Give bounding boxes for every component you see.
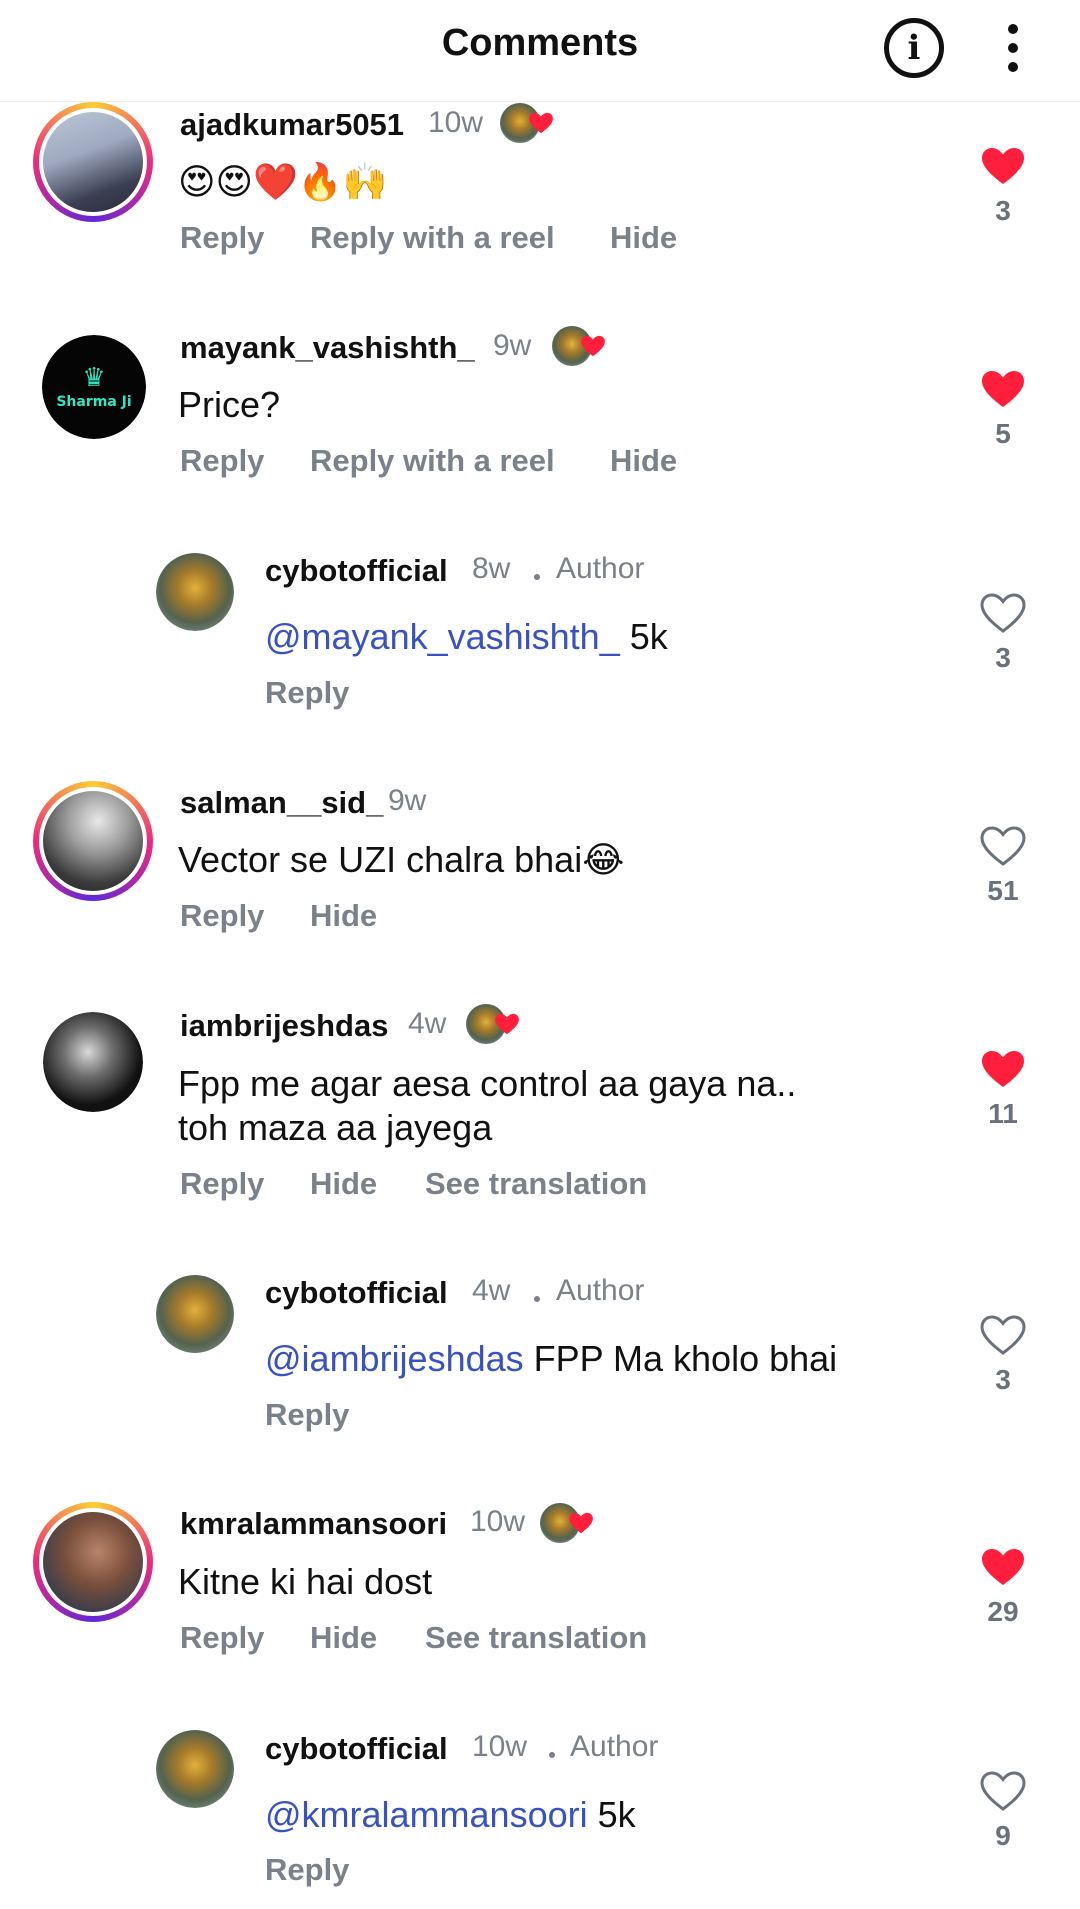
reply-button[interactable]: Reply bbox=[265, 675, 349, 711]
comment-text: @kmralammansoori 5k bbox=[265, 1793, 636, 1837]
comment-text: Price? bbox=[178, 384, 281, 425]
heart-filled-icon bbox=[982, 371, 1024, 407]
avatar[interactable] bbox=[33, 1502, 153, 1622]
see-translation-button[interactable]: See translation bbox=[425, 1620, 647, 1656]
comment-text-rest: 5k bbox=[619, 616, 668, 657]
like-button[interactable]: 11 bbox=[975, 1048, 1031, 1130]
comment-time: 9w bbox=[493, 329, 532, 362]
comment-username[interactable]: salman__sid_ bbox=[180, 785, 383, 821]
separator-dot bbox=[534, 574, 540, 580]
like-button[interactable]: 29 bbox=[975, 1546, 1031, 1628]
comment-text-line-2: toh maza aa jayega bbox=[178, 1107, 493, 1148]
author-badge: Author bbox=[556, 552, 645, 585]
hide-button[interactable]: Hide bbox=[310, 1166, 377, 1202]
hide-button[interactable]: Hide bbox=[610, 443, 677, 479]
comment-username[interactable]: cybotofficial bbox=[265, 1731, 448, 1767]
comment-time: 10w bbox=[472, 1730, 528, 1763]
avatar[interactable] bbox=[156, 1275, 234, 1353]
avatar[interactable]: ♛ Sharma Ji bbox=[42, 335, 146, 439]
heart-outline-icon bbox=[980, 826, 1026, 866]
heart-filled-icon bbox=[982, 148, 1024, 184]
avatar[interactable] bbox=[33, 102, 153, 222]
like-button[interactable]: 5 bbox=[975, 368, 1031, 450]
comment-username[interactable]: ajadkumar5051 bbox=[180, 107, 404, 143]
mention-link[interactable]: @iambrijeshdas bbox=[265, 1338, 524, 1379]
like-count: 11 bbox=[988, 1098, 1018, 1129]
comment-time: 10w bbox=[428, 106, 484, 139]
comment-text-line-1: Fpp me agar aesa control aa gaya na.. bbox=[178, 1063, 797, 1104]
header-bar: Comments i bbox=[0, 0, 1080, 102]
comment-time: 9w bbox=[388, 784, 427, 817]
heart-outline-icon bbox=[980, 1315, 1026, 1355]
comment-text: Kitne ki hai dost bbox=[178, 1561, 433, 1602]
avatar[interactable] bbox=[156, 1730, 234, 1808]
comment-username[interactable]: mayank_vashishth_ bbox=[180, 330, 475, 366]
mention-link[interactable]: @mayank_vashishth_ bbox=[265, 616, 620, 657]
like-count: 3 bbox=[995, 195, 1011, 226]
mention-link[interactable]: @kmralammansoori bbox=[265, 1794, 588, 1835]
comment-username[interactable]: iambrijeshdas bbox=[180, 1008, 388, 1044]
comment-text: 😍😍❤️🔥🙌 bbox=[178, 161, 388, 202]
like-count: 29 bbox=[987, 1596, 1019, 1627]
reply-button[interactable]: Reply bbox=[180, 220, 264, 256]
hide-button[interactable]: Hide bbox=[610, 220, 677, 256]
like-count: 5 bbox=[995, 418, 1011, 449]
hide-button[interactable]: Hide bbox=[310, 898, 377, 934]
creator-liked-icon bbox=[466, 1004, 519, 1044]
comment-text: @iambrijeshdas FPP Ma kholo bhai bbox=[265, 1337, 837, 1381]
hide-button[interactable]: Hide bbox=[310, 1620, 377, 1656]
like-button[interactable]: 3 bbox=[975, 1314, 1031, 1396]
like-count: 3 bbox=[995, 642, 1011, 673]
reply-with-reel-button[interactable]: Reply with a reel bbox=[310, 443, 555, 479]
comment-text-rest: 5k bbox=[587, 1794, 636, 1835]
like-button[interactable]: 3 bbox=[975, 592, 1031, 674]
comment-time: 4w bbox=[472, 1274, 511, 1307]
crown-icon: ♛ bbox=[82, 362, 106, 392]
author-badge: Author bbox=[556, 1274, 645, 1307]
reply-button[interactable]: Reply bbox=[180, 1166, 264, 1202]
heart-filled-icon bbox=[982, 1549, 1024, 1585]
reply-button[interactable]: Reply bbox=[180, 443, 264, 479]
reply-button[interactable]: Reply bbox=[265, 1397, 349, 1433]
reply-button[interactable]: Reply bbox=[265, 1852, 349, 1888]
author-badge: Author bbox=[570, 1730, 659, 1763]
comment-username[interactable]: cybotofficial bbox=[265, 1275, 448, 1311]
comment-time: 10w bbox=[470, 1505, 526, 1538]
comment-time: 4w bbox=[408, 1007, 447, 1040]
info-icon[interactable]: i bbox=[884, 18, 944, 78]
like-count: 3 bbox=[995, 1364, 1011, 1395]
reply-button[interactable]: Reply bbox=[180, 1620, 264, 1656]
separator-dot bbox=[549, 1752, 555, 1758]
separator-dot bbox=[534, 1296, 540, 1302]
heart-outline-icon bbox=[980, 593, 1026, 633]
see-translation-button[interactable]: See translation bbox=[425, 1166, 647, 1202]
like-button[interactable]: 3 bbox=[975, 145, 1031, 227]
like-button[interactable]: 51 bbox=[975, 825, 1031, 907]
comment-text-rest: FPP Ma kholo bhai bbox=[523, 1338, 838, 1379]
like-count: 9 bbox=[995, 1820, 1011, 1851]
reply-button[interactable]: Reply bbox=[180, 898, 264, 934]
creator-liked-icon bbox=[552, 326, 605, 366]
comment-text: @mayank_vashishth_ 5k bbox=[265, 615, 668, 659]
avatar[interactable] bbox=[33, 781, 153, 901]
comment-time: 8w bbox=[472, 552, 511, 585]
like-button[interactable]: 9 bbox=[975, 1770, 1031, 1852]
comment-text: Vector se UZI chalra bhai😂 bbox=[178, 839, 625, 880]
heart-outline-icon bbox=[980, 1771, 1026, 1811]
avatar[interactable] bbox=[43, 1012, 143, 1112]
more-vertical-icon[interactable] bbox=[995, 18, 1031, 78]
avatar-text: Sharma Ji bbox=[56, 394, 132, 410]
creator-liked-icon bbox=[500, 103, 553, 143]
heart-filled-icon bbox=[982, 1051, 1024, 1087]
avatar[interactable] bbox=[156, 553, 234, 631]
comment-username[interactable]: cybotofficial bbox=[265, 553, 448, 589]
reply-with-reel-button[interactable]: Reply with a reel bbox=[310, 220, 555, 256]
like-count: 51 bbox=[987, 875, 1019, 906]
creator-liked-icon bbox=[540, 1503, 593, 1543]
comment-username[interactable]: kmralammansoori bbox=[180, 1506, 447, 1542]
